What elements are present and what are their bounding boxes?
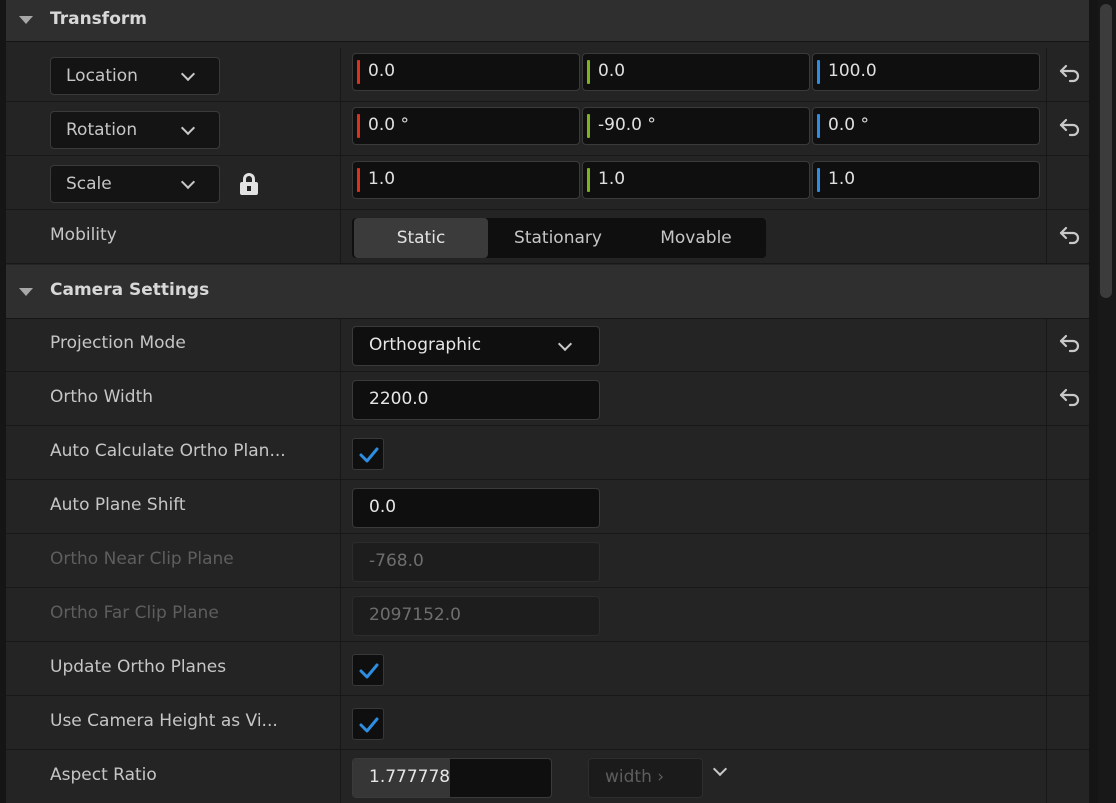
checkmark-icon [359, 663, 379, 679]
camera-settings-section-header[interactable]: Camera Settings [6, 265, 1089, 319]
projection-mode-dropdown[interactable]: Orthographic [352, 326, 600, 366]
projection-mode-label: Projection Mode [50, 333, 186, 353]
rotation-x-field[interactable]: 0.0 ° [352, 107, 580, 145]
aspect-ratio-row: Aspect Ratio 1.777778 width › [6, 750, 1089, 803]
scale-z-field[interactable]: 1.0 [812, 161, 1040, 199]
location-z-field[interactable]: 100.0 [812, 53, 1040, 91]
scrollbar-thumb[interactable] [1100, 4, 1112, 298]
reset-arrow-icon[interactable] [1058, 332, 1082, 354]
scale-label: Scale [66, 174, 112, 194]
mobility-row: Mobility Static Stationary Movable [6, 210, 1089, 264]
mobility-selector: Static Stationary Movable [352, 218, 766, 258]
collapse-triangle-icon[interactable] [19, 288, 33, 296]
scale-y-field[interactable]: 1.0 [582, 161, 810, 199]
mobility-option-static[interactable]: Static [354, 218, 488, 258]
reset-arrow-icon[interactable] [1058, 62, 1082, 84]
auto-calculate-row: Auto Calculate Ortho Plan... [6, 426, 1089, 480]
chevron-down-icon [180, 120, 196, 136]
near-clip-input: -768.0 [352, 542, 600, 582]
update-ortho-planes-checkbox[interactable] [352, 654, 384, 686]
checkmark-icon [359, 717, 379, 733]
use-camera-height-row: Use Camera Height as Vi... [6, 696, 1089, 750]
chevron-down-icon [180, 66, 196, 82]
section-title: Transform [50, 9, 147, 29]
mobility-label: Mobility [50, 225, 117, 245]
location-label: Location [66, 66, 138, 86]
near-clip-row: Ortho Near Clip Plane -768.0 [6, 534, 1089, 588]
details-panel: Transform Location 0.0 0.0 100.0 Rotatio… [6, 0, 1089, 803]
chevron-down-icon[interactable] [712, 761, 728, 777]
update-ortho-planes-row: Update Ortho Planes [6, 642, 1089, 696]
scale-row: Scale 1.0 1.0 1.0 [6, 156, 1089, 210]
aspect-ratio-unit-button[interactable]: width › [588, 758, 703, 798]
rotation-mode-dropdown[interactable]: Rotation [50, 111, 220, 149]
location-mode-dropdown[interactable]: Location [50, 57, 220, 95]
aspect-ratio-slider-input[interactable]: 1.777778 [352, 758, 552, 798]
mobility-option-stationary[interactable]: Stationary [488, 218, 628, 258]
reset-arrow-icon[interactable] [1058, 224, 1082, 246]
scale-x-field[interactable]: 1.0 [352, 161, 580, 199]
auto-calculate-label: Auto Calculate Ortho Plan... [50, 441, 286, 461]
projection-mode-row: Projection Mode Orthographic [6, 318, 1089, 372]
auto-calculate-checkbox[interactable] [352, 438, 384, 470]
transform-section-header[interactable]: Transform [6, 0, 1089, 42]
aspect-ratio-label: Aspect Ratio [50, 765, 157, 785]
use-camera-height-checkbox[interactable] [352, 708, 384, 740]
collapse-triangle-icon[interactable] [19, 16, 33, 24]
lock-icon[interactable] [239, 173, 259, 195]
ortho-width-row: Ortho Width 2200.0 [6, 372, 1089, 426]
mobility-option-movable[interactable]: Movable [628, 218, 764, 258]
ortho-width-label: Ortho Width [50, 387, 154, 407]
update-ortho-planes-label: Update Ortho Planes [50, 657, 227, 677]
location-row: Location 0.0 0.0 100.0 [6, 48, 1089, 102]
far-clip-row: Ortho Far Clip Plane 2097152.0 [6, 588, 1089, 642]
auto-plane-shift-label: Auto Plane Shift [50, 495, 186, 515]
use-camera-height-label: Use Camera Height as Vi... [50, 711, 278, 731]
checkmark-icon [359, 447, 379, 463]
reset-arrow-icon[interactable] [1058, 116, 1082, 138]
auto-plane-shift-input[interactable]: 0.0 [352, 488, 600, 528]
rotation-label: Rotation [66, 120, 138, 140]
location-x-field[interactable]: 0.0 [352, 53, 580, 91]
chevron-down-icon [180, 174, 196, 190]
location-y-field[interactable]: 0.0 [582, 53, 810, 91]
rotation-z-field[interactable]: 0.0 ° [812, 107, 1040, 145]
rotation-row: Rotation 0.0 ° -90.0 ° 0.0 ° [6, 102, 1089, 156]
reset-arrow-icon[interactable] [1058, 386, 1082, 408]
section-title: Camera Settings [50, 280, 210, 300]
auto-plane-shift-row: Auto Plane Shift 0.0 [6, 480, 1089, 534]
chevron-down-icon [557, 336, 573, 352]
far-clip-input: 2097152.0 [352, 596, 600, 636]
near-clip-label: Ortho Near Clip Plane [50, 549, 234, 569]
ortho-width-input[interactable]: 2200.0 [352, 380, 600, 420]
rotation-y-field[interactable]: -90.0 ° [582, 107, 810, 145]
scale-mode-dropdown[interactable]: Scale [50, 165, 220, 203]
far-clip-label: Ortho Far Clip Plane [50, 603, 219, 623]
